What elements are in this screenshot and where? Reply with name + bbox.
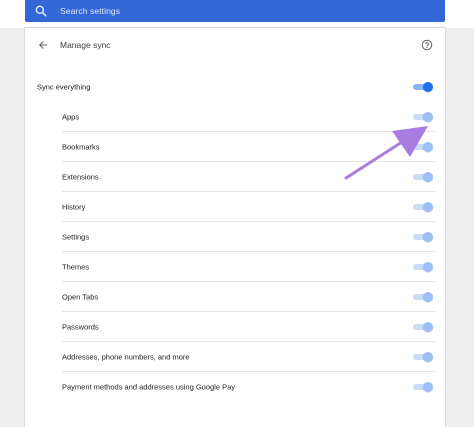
toggle-knob (423, 172, 433, 182)
sync-item-label: Bookmarks (62, 142, 100, 152)
toggle-knob (423, 352, 433, 362)
back-arrow-icon[interactable] (37, 39, 49, 51)
sync-item-row[interactable]: History (25, 192, 445, 222)
sync-everything-row[interactable]: Sync everything (25, 72, 445, 102)
sync-item-toggle[interactable] (413, 322, 433, 332)
sync-item-toggle[interactable] (413, 232, 433, 242)
sync-item-toggle[interactable] (413, 202, 433, 212)
sync-item-row[interactable]: Payment methods and addresses using Goog… (25, 372, 445, 402)
toggle-knob (423, 382, 433, 392)
sync-item-toggle[interactable] (413, 142, 433, 152)
sync-item-label: Extensions (62, 172, 99, 182)
toggle-knob (423, 142, 433, 152)
sync-item-toggle[interactable] (413, 292, 433, 302)
sync-item-row[interactable]: Open Tabs (25, 282, 445, 312)
search-icon (35, 5, 47, 17)
sync-item-row[interactable]: Bookmarks (25, 132, 445, 162)
sync-item-row[interactable]: Passwords (25, 312, 445, 342)
sync-item-toggle[interactable] (413, 262, 433, 272)
page-title: Manage sync (60, 40, 111, 50)
sync-item-label: Passwords (62, 322, 99, 332)
toggle-knob (423, 322, 433, 332)
page-header: Manage sync (25, 28, 445, 64)
sync-item-label: Settings (62, 232, 90, 242)
sync-item-label: Themes (62, 262, 90, 272)
sync-item-row[interactable]: Extensions (25, 162, 445, 192)
sync-item-label: History (62, 202, 86, 212)
sync-item-toggle[interactable] (413, 172, 433, 182)
help-icon[interactable] (421, 39, 433, 51)
sync-item-row[interactable]: Themes (25, 252, 445, 282)
sync-item-label: Addresses, phone numbers, and more (62, 352, 190, 362)
sync-item-row[interactable]: Addresses, phone numbers, and more (25, 342, 445, 372)
sync-item-row[interactable]: Apps (25, 102, 445, 132)
sync-item-row[interactable]: Settings (25, 222, 445, 252)
sync-item-label: Apps (62, 112, 80, 122)
sync-item-label: Payment methods and addresses using Goog… (62, 382, 236, 392)
toggle-knob (423, 112, 433, 122)
sync-item-label: Open Tabs (62, 292, 99, 302)
top-bar: Search settings (0, 0, 474, 28)
search-bar[interactable]: Search settings (25, 0, 445, 22)
sync-item-toggle[interactable] (413, 382, 433, 392)
toggle-knob (423, 82, 433, 92)
toggle-knob (423, 202, 433, 212)
sync-everything-label: Sync everything (37, 82, 91, 92)
toggle-knob (423, 292, 433, 302)
search-input[interactable]: Search settings (60, 6, 120, 16)
sync-everything-toggle[interactable] (413, 82, 433, 92)
manage-sync-card: Manage sync Sync everything Apps Bookmark… (25, 28, 445, 427)
sync-item-toggle[interactable] (413, 352, 433, 362)
toggle-knob (423, 232, 433, 242)
sync-item-toggle[interactable] (413, 112, 433, 122)
toggle-knob (423, 262, 433, 272)
